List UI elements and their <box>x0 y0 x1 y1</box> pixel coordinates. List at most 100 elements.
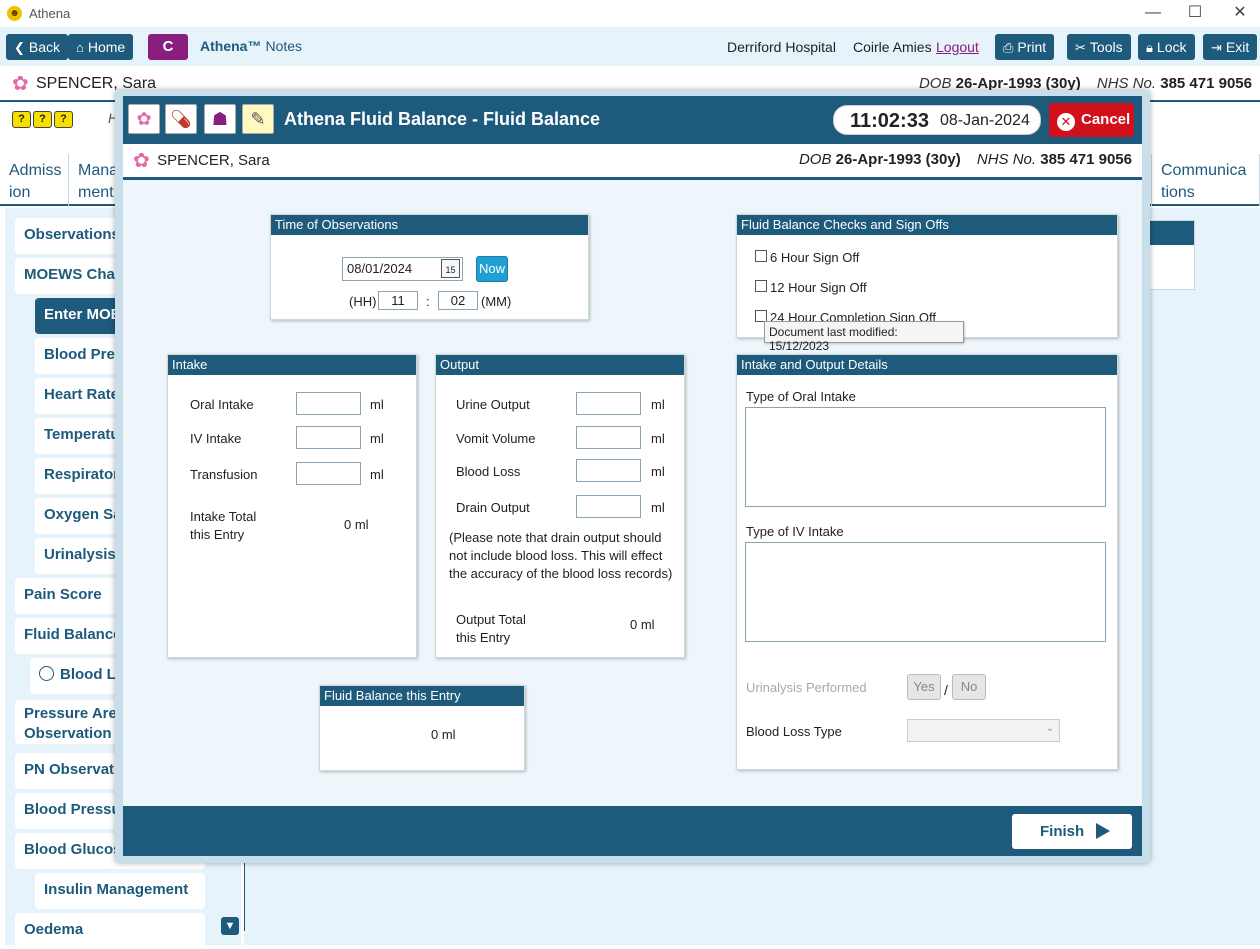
fluid-balance-entry-panel: Fluid Balance this Entry <box>319 685 525 771</box>
c-button[interactable]: C <box>148 34 188 60</box>
fluid-balance-entry-header: Fluid Balance this Entry <box>320 686 524 706</box>
urinalysis-no-button[interactable]: No <box>952 674 986 700</box>
drain-note-line-1: (Please note that drain output should <box>449 530 662 545</box>
exit-label: Exit <box>1225 39 1250 55</box>
drain-note-line-3: the accuracy of the blood loss records) <box>449 566 673 581</box>
dialog-nhs-value: 385 471 9056 <box>1040 151 1132 168</box>
six-hour-signoff-checkbox[interactable] <box>755 250 767 262</box>
help-icons: ??? <box>12 109 75 128</box>
hour-input[interactable]: 11 <box>378 291 418 310</box>
drain-note-line-2: not include blood loss. This will effect <box>449 548 663 563</box>
hh-label: (HH) <box>349 294 377 309</box>
oral-intake-unit: ml <box>370 397 384 412</box>
clock-time: 11:02:33 <box>850 110 929 132</box>
finish-label: Finish <box>1040 823 1085 840</box>
user-name: Coirle Amies <box>853 39 932 55</box>
oral-type-label: Type of Oral Intake <box>746 389 856 404</box>
window-title: Athena <box>29 6 71 21</box>
calendar-icon[interactable]: 15 <box>441 259 460 278</box>
close-window-button[interactable]: ✕ <box>1218 2 1260 26</box>
hospital-name: Derriford Hospital <box>727 39 836 55</box>
lock-icon: 🔒︎ <box>1146 40 1153 55</box>
transfusion-label: Transfusion <box>190 467 258 482</box>
flower-icon[interactable]: ✿ <box>128 104 160 134</box>
dialog-title: Athena Fluid Balance - Fluid Balance <box>284 109 601 129</box>
chevron-down-icon: ⌄ <box>1045 723 1054 734</box>
print-button[interactable]: ⎙ Print <box>995 34 1055 60</box>
twelve-hour-signoff-label: 12 Hour Sign Off <box>770 280 867 295</box>
blood-loss-label: Blood Loss <box>456 464 521 479</box>
help-doc-icon[interactable]: ? <box>54 111 73 128</box>
lock-button[interactable]: 🔒︎ Lock <box>1138 34 1195 60</box>
maximize-button[interactable]: ☐ <box>1173 2 1217 26</box>
urinalysis-yes-button[interactable]: Yes <box>907 674 941 700</box>
medication-icon[interactable]: 💊︎ <box>165 104 197 134</box>
vomit-volume-label: Vomit Volume <box>456 431 536 446</box>
urinalysis-performed-label: Urinalysis Performed <box>746 680 867 695</box>
tab-admission[interactable]: Admiss ion <box>0 154 69 206</box>
iv-intake-unit: ml <box>370 431 384 446</box>
back-button[interactable]: ❮ Back <box>6 34 69 60</box>
exit-button[interactable]: ⇥ Exit <box>1203 34 1258 60</box>
help-list-icon[interactable]: ? <box>12 111 31 128</box>
radio-icon <box>39 666 54 681</box>
dialog-patient-name: SPENCER, Sara <box>133 148 270 173</box>
intake-total-label-2: this Entry <box>190 527 245 542</box>
sidebar-item-insulin-management[interactable]: Insulin Management <box>35 873 205 909</box>
dialog-footer: Finish <box>123 806 1142 856</box>
output-total-value: 0 ml <box>630 617 655 632</box>
tab-communications[interactable]: Communica tions <box>1151 154 1260 206</box>
urine-output-unit: ml <box>651 397 665 412</box>
blood-loss-type-label: Blood Loss Type <box>746 724 842 739</box>
drain-output-input[interactable] <box>576 495 641 518</box>
output-total-label-2: this Entry <box>456 630 511 645</box>
intake-total-value: 0 ml <box>344 517 369 532</box>
output-total-label-1: Output Total <box>456 612 526 627</box>
iv-type-label: Type of IV Intake <box>746 524 844 539</box>
dialog-patient-name-text: SPENCER, Sara <box>157 151 270 169</box>
calendar-day: 15 <box>445 265 456 275</box>
person-icon[interactable]: ☗ <box>204 104 236 134</box>
time-of-observations-header: Time of Observations <box>271 215 588 235</box>
cancel-button[interactable]: ✕ Cancel <box>1049 103 1134 137</box>
cancel-label: Cancel <box>1081 111 1131 128</box>
blood-loss-unit: ml <box>651 464 665 479</box>
twelve-hour-signoff-checkbox[interactable] <box>755 280 767 292</box>
minute-input[interactable]: 02 <box>438 291 478 310</box>
finish-button[interactable]: Finish <box>1012 814 1132 849</box>
iv-intake-input[interactable] <box>296 426 361 449</box>
vomit-volume-input[interactable] <box>576 426 641 449</box>
note-icon[interactable]: ✎ <box>242 104 274 134</box>
yes-no-separator: / <box>944 682 948 698</box>
now-button[interactable]: Now <box>476 256 508 282</box>
home-button[interactable]: ⌂ Home <box>68 34 134 60</box>
dialog-patient-banner: SPENCER, Sara DOB 26-Apr-1993 (30y) NHS … <box>123 144 1142 180</box>
vomit-volume-unit: ml <box>651 431 665 446</box>
oral-type-textarea[interactable] <box>745 407 1106 507</box>
transfusion-input[interactable] <box>296 462 361 485</box>
sidebar-item-oedema[interactable]: Oedema <box>15 913 205 949</box>
flower-icon <box>12 71 32 96</box>
logout-link[interactable]: Logout <box>936 39 979 55</box>
intake-total-label-1: Intake Total <box>190 509 257 524</box>
main-toolbar: ❮ Back ⌂ Home C Athena™ Notes Derriford Hos… <box>0 28 1260 66</box>
mm-label: (MM) <box>481 294 512 309</box>
minimize-button[interactable]: — <box>1131 2 1175 26</box>
help-icon[interactable]: ? <box>33 111 52 128</box>
dialog-dob-value: 26-Apr-1993 (30y) <box>835 151 961 168</box>
iv-type-textarea[interactable] <box>745 542 1106 642</box>
tools-button[interactable]: ✂ Tools <box>1067 34 1131 60</box>
window-title-bar: ☻ Athena — ☐ ✕ <box>0 0 1260 28</box>
blood-loss-input[interactable] <box>576 459 641 482</box>
iv-intake-label: IV Intake <box>190 431 242 446</box>
urine-output-label: Urine Output <box>456 397 530 412</box>
home-icon: ⌂ <box>76 40 84 55</box>
scroll-down-button[interactable]: ▼ <box>221 917 239 935</box>
oral-intake-input[interactable] <box>296 392 361 415</box>
output-header: Output <box>436 355 684 375</box>
blood-loss-type-select[interactable]: ⌄ <box>907 719 1060 742</box>
brand-title: Athena™ Notes <box>200 38 302 54</box>
urine-output-input[interactable] <box>576 392 641 415</box>
drain-output-label: Drain Output <box>456 500 530 515</box>
exit-icon: ⇥ <box>1211 40 1222 55</box>
